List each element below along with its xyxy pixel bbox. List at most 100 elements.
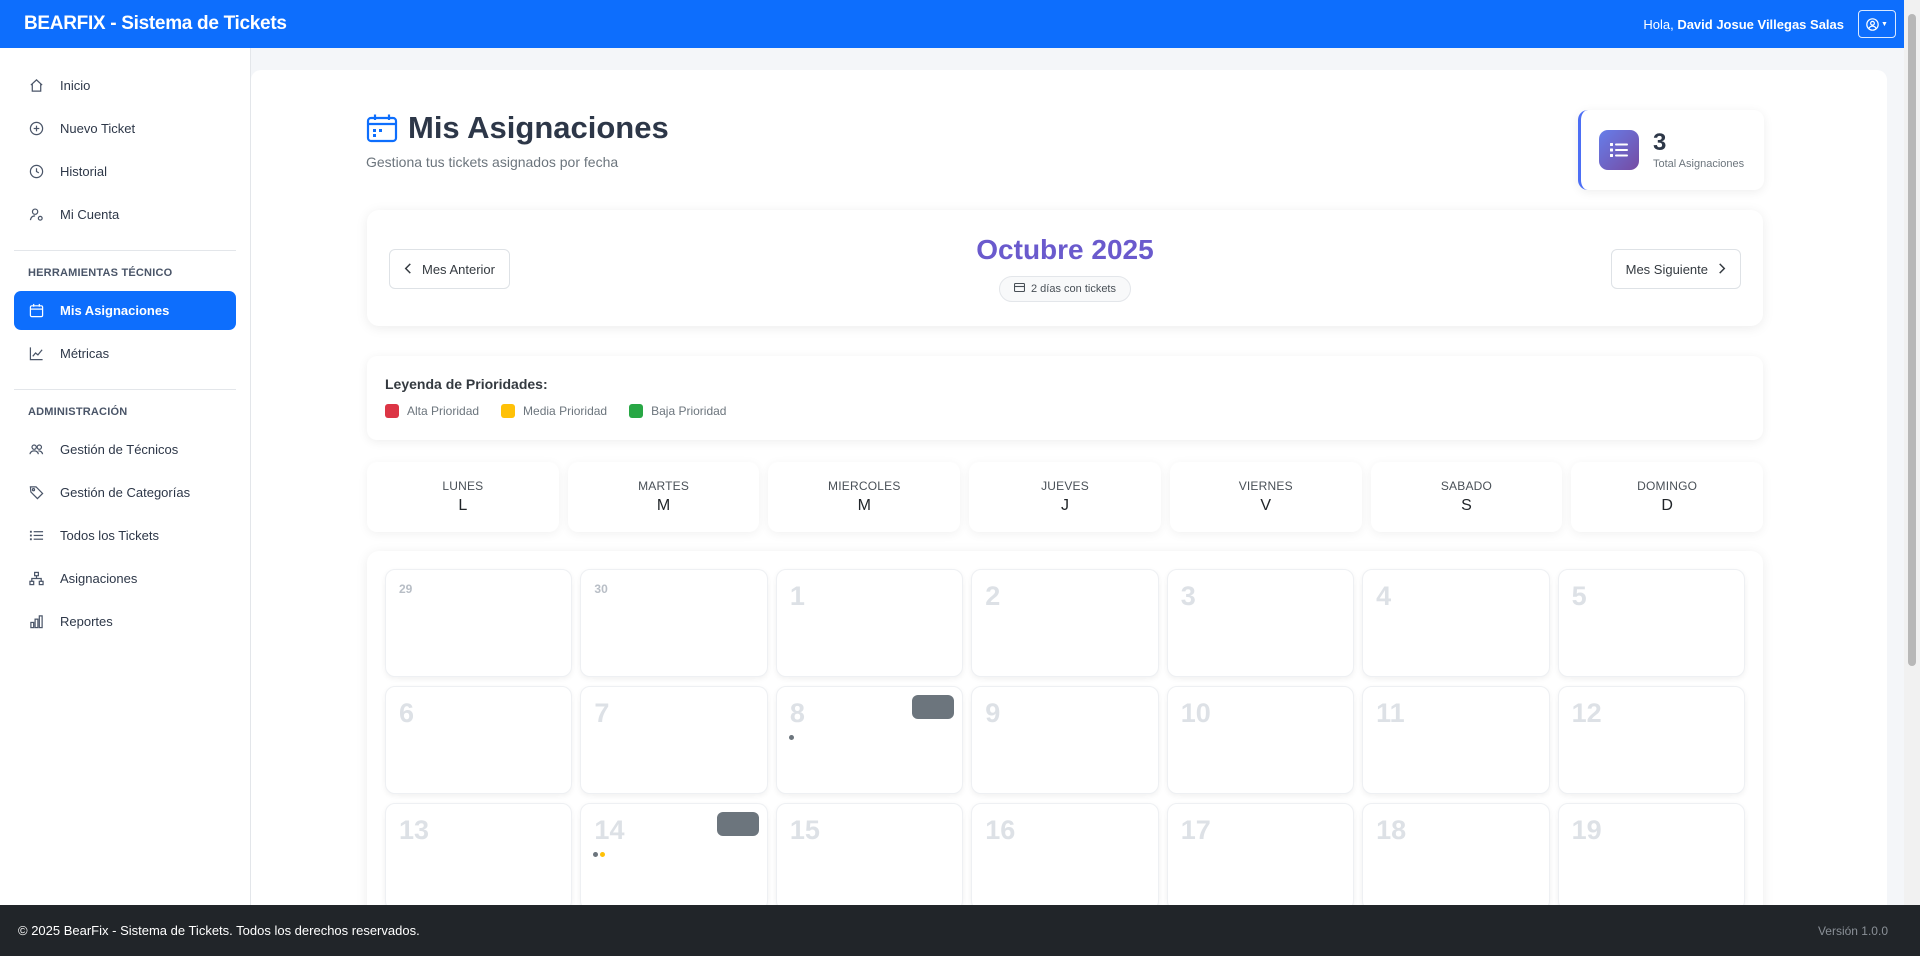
greeting-text: Hola,	[1643, 16, 1674, 32]
day-number: 3	[1180, 581, 1196, 611]
calendar-day[interactable]: 9	[971, 686, 1159, 794]
sidebar-heading-admin: ADMINISTRACIÓN	[28, 406, 128, 418]
page-title-row: Mis Asignaciones	[366, 110, 669, 146]
calendar-day[interactable]: 16	[971, 803, 1159, 905]
tags-icon	[28, 485, 44, 501]
legend-title: Leyenda de Prioridades:	[385, 376, 548, 392]
sidebar-item-mis-asignaciones[interactable]: Mis Asignaciones	[14, 291, 236, 330]
sidebar-item-gestion-de-categorias[interactable]: Gestión de Categorías	[14, 473, 236, 512]
sidebar-item-label: Gestión de Técnicos	[60, 442, 179, 457]
calendar-day[interactable]: 12	[1557, 686, 1745, 794]
total-assignments-label: Total Asignaciones	[1653, 157, 1745, 170]
stat-text: 3 Total Asignaciones	[1653, 128, 1745, 170]
weekday-abbr: L	[458, 497, 468, 514]
sidebar-item-asignaciones[interactable]: Asignaciones	[14, 559, 236, 598]
page-scrollbar[interactable]	[1904, 0, 1920, 905]
next-month-label: Mes Siguiente	[1625, 261, 1708, 277]
priority-legend: Leyenda de Prioridades: Alta Prioridad Me…	[367, 356, 1763, 440]
sidebar-item-inicio[interactable]: Inicio	[14, 66, 236, 105]
sidebar-heading-tech: HERRAMIENTAS TÉCNICO	[28, 267, 173, 279]
sidebar-item-reportes[interactable]: Reportes	[14, 602, 236, 641]
sidebar-item-todos-los-tickets[interactable]: Todos los Tickets	[14, 516, 236, 555]
scrollbar-thumb[interactable]	[1908, 14, 1916, 666]
calendar-day[interactable]: 10	[1166, 686, 1355, 794]
sidebar-item-label: Reportes	[60, 614, 113, 629]
sidebar-item-metricas[interactable]: Métricas	[14, 334, 236, 373]
legend-item-label: Alta Prioridad	[407, 404, 480, 418]
weekday-name: SABADO	[1440, 479, 1493, 493]
calendar-day[interactable]: 15	[775, 803, 964, 905]
calendar-day[interactable]: 3	[1166, 569, 1355, 677]
footer-version: Versión 1.0.0	[1817, 923, 1888, 938]
sidebar-item-label: Gestión de Categorías	[60, 485, 191, 500]
total-assignments-value: 3	[1653, 128, 1667, 156]
day-number: 30	[594, 582, 608, 596]
calendar-day[interactable]: 8	[775, 686, 964, 794]
legend-item-baja-prioridad: Baja Prioridad	[629, 404, 726, 418]
calendar-day[interactable]: 30	[580, 569, 768, 677]
page-subtitle: Gestiona tus tickets asignados por fecha	[366, 154, 619, 170]
sidebar-item-mi-cuenta[interactable]: Mi Cuenta	[14, 195, 236, 234]
main-area: Mis Asignaciones Gestiona tus tickets as…	[251, 48, 1904, 905]
calendar-day[interactable]: 4	[1362, 569, 1550, 677]
weekday-abbr: D	[1661, 497, 1673, 514]
priority-dot	[788, 735, 794, 740]
priority-dot	[593, 852, 599, 857]
ticket-count-badge[interactable]	[912, 695, 955, 719]
next-month-button[interactable]: Mes Siguiente	[1610, 249, 1741, 289]
list-icon	[1599, 130, 1639, 170]
sidebar-item-label: Historial	[60, 164, 107, 179]
brand-title[interactable]: BEARFIX - Sistema de Tickets	[24, 13, 287, 35]
priority-dots	[788, 735, 794, 740]
day-number: 14	[594, 815, 625, 845]
calendar-day[interactable]: 29	[385, 569, 573, 677]
calendar-day[interactable]: 17	[1166, 803, 1355, 905]
weekday-lunes: LUNES L	[367, 462, 559, 532]
weekday-jueves: JUEVES J	[969, 462, 1161, 532]
page-title: Mis Asignaciones	[408, 110, 669, 145]
priority-dots	[593, 852, 606, 857]
total-assignments-card: 3 Total Asignaciones	[1578, 110, 1764, 190]
calendar-day[interactable]: 11	[1362, 686, 1550, 794]
sidebar-item-nuevo-ticket[interactable]: Nuevo Ticket	[14, 109, 236, 148]
calendar-day[interactable]: 14	[580, 803, 768, 905]
user-name: David Josue Villegas Salas	[1677, 16, 1844, 32]
legend-items: Alta Prioridad Media Prioridad Baja Priori…	[385, 404, 1745, 418]
day-number: 13	[399, 815, 430, 845]
ticket-icon	[1013, 282, 1026, 295]
month-navigation-card: Mes Anterior Octubre 2025 2 días con tic…	[367, 210, 1763, 326]
sidebar-item-label: Inicio	[60, 78, 91, 93]
calendar-day[interactable]: 6	[385, 686, 573, 794]
user-gear-icon	[28, 207, 44, 223]
sidebar-item-label: Métricas	[60, 346, 110, 361]
day-number: 4	[1376, 581, 1392, 611]
weekday-abbr: M	[656, 497, 671, 514]
weekday-sabado: SABADO S	[1370, 462, 1563, 532]
top-navbar: BEARFIX - Sistema de Tickets Hola, David…	[0, 0, 1920, 48]
days-with-tickets-badge: 2 días con tickets	[999, 276, 1131, 302]
weekday-viernes: VIERNES V	[1169, 462, 1362, 532]
calendar-day[interactable]: 7	[580, 686, 768, 794]
day-number: 6	[399, 698, 415, 728]
days-with-tickets-text: 2 días con tickets	[1031, 283, 1116, 295]
ticket-count-badge[interactable]	[716, 812, 759, 836]
calendar-day[interactable]: 2	[971, 569, 1159, 677]
calendar-day[interactable]: 1	[775, 569, 964, 677]
chevron-right-icon	[1718, 262, 1726, 277]
users-icon	[28, 442, 44, 458]
calendar-day[interactable]: 19	[1557, 803, 1745, 905]
calendar-day[interactable]: 13	[385, 803, 573, 905]
calendar-day[interactable]: 5	[1557, 569, 1745, 677]
user-menu-button[interactable]: ▼	[1858, 10, 1896, 38]
caret-down-icon: ▼	[1881, 20, 1888, 28]
day-number: 2	[985, 581, 1001, 611]
priority-swatch	[501, 404, 516, 418]
sidebar-item-gestion-de-tecnicos[interactable]: Gestión de Técnicos	[14, 430, 236, 469]
calendar-day[interactable]: 18	[1362, 803, 1550, 905]
day-number: 18	[1376, 815, 1407, 845]
line-chart-icon	[28, 346, 44, 362]
priority-dot	[600, 852, 606, 857]
weekday-name: JUEVES	[1041, 479, 1089, 493]
sidebar-item-historial[interactable]: Historial	[14, 152, 236, 191]
day-number: 16	[985, 815, 1016, 845]
